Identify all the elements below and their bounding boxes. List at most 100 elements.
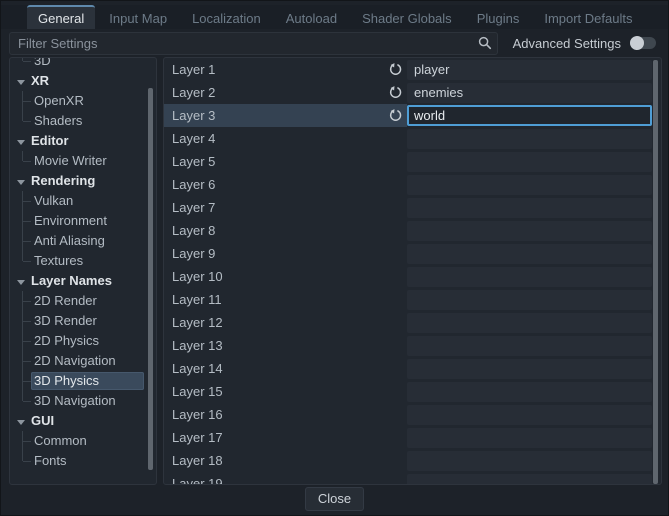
property-label: Layer 16 [164, 407, 407, 422]
property-label-cell[interactable]: Layer 11 [164, 288, 407, 311]
close-button[interactable]: Close [305, 487, 364, 511]
layer-value-field[interactable] [407, 428, 652, 448]
tab-shader-globals[interactable]: Shader Globals [351, 5, 463, 29]
sidebar-item-textures[interactable]: Textures [10, 251, 156, 271]
tab-autoload[interactable]: Autoload [275, 5, 348, 29]
sidebar-item-3d-render[interactable]: 3D Render [10, 311, 156, 331]
property-label-cell[interactable]: Layer 1 [164, 58, 407, 81]
revert-icon[interactable] [389, 63, 402, 76]
property-label-cell[interactable]: Layer 16 [164, 403, 407, 426]
layer-row-layer-14: Layer 14 [164, 357, 661, 380]
layer-row-layer-10: Layer 10 [164, 265, 661, 288]
property-label-cell[interactable]: Layer 8 [164, 219, 407, 242]
revert-icon[interactable] [389, 109, 402, 122]
layer-row-layer-18: Layer 18 [164, 449, 661, 472]
chevron-down-icon [17, 420, 25, 425]
property-label-cell[interactable]: Layer 18 [164, 449, 407, 472]
sidebar-item-2d-navigation[interactable]: 2D Navigation [10, 351, 156, 371]
layer-row-layer-2: Layer 2enemies [164, 81, 661, 104]
sidebar-item-vulkan[interactable]: Vulkan [10, 191, 156, 211]
sidebar-item-3d[interactable]: 3D [10, 57, 156, 71]
layer-value-field[interactable] [407, 451, 652, 471]
property-label-cell[interactable]: Layer 4 [164, 127, 407, 150]
property-label-cell[interactable]: Layer 9 [164, 242, 407, 265]
layer-value-field[interactable] [407, 152, 652, 172]
layer-row-layer-1: Layer 1player [164, 58, 661, 81]
property-label-cell[interactable]: Layer 7 [164, 196, 407, 219]
tab-localization[interactable]: Localization [181, 5, 272, 29]
sidebar-item-environment[interactable]: Environment [10, 211, 156, 231]
layer-value-field[interactable] [407, 129, 652, 149]
sidebar-item-label: 3D Physics [31, 372, 144, 390]
tree-branch-line [15, 311, 31, 331]
layer-value-field[interactable] [407, 313, 652, 333]
property-label-cell[interactable]: Layer 10 [164, 265, 407, 288]
layer-row-layer-4: Layer 4 [164, 127, 661, 150]
sidebar-item-shaders[interactable]: Shaders [10, 111, 156, 131]
layer-row-layer-3: Layer 3 [164, 104, 661, 127]
sidebar-category-label: XR [28, 72, 53, 90]
sidebar-item-rendering[interactable]: Rendering [10, 171, 156, 191]
sidebar-item-fonts[interactable]: Fonts [10, 451, 156, 471]
tab-import-defaults[interactable]: Import Defaults [533, 5, 643, 29]
property-label-cell[interactable]: Layer 13 [164, 334, 407, 357]
property-label-cell[interactable]: Layer 15 [164, 380, 407, 403]
sidebar-item-xr[interactable]: XR [10, 71, 156, 91]
sidebar-item-movie-writer[interactable]: Movie Writer [10, 151, 156, 171]
layer-value-field[interactable] [407, 382, 652, 402]
tree-branch-line [15, 451, 31, 471]
sidebar-scrollbar[interactable] [148, 88, 153, 470]
layer-value-field[interactable] [407, 290, 652, 310]
property-label-cell[interactable]: Layer 2 [164, 81, 407, 104]
tab-plugins[interactable]: Plugins [466, 5, 531, 29]
layer-value-field[interactable] [407, 405, 652, 425]
sidebar-category-label: Editor [28, 132, 73, 150]
tree-branch-line [15, 431, 31, 451]
sidebar-item-openxr[interactable]: OpenXR [10, 91, 156, 111]
property-label-cell[interactable]: Layer 5 [164, 150, 407, 173]
layer-value-field[interactable]: enemies [407, 83, 652, 103]
revert-icon[interactable] [389, 86, 402, 99]
sidebar-item-label: 2D Render [31, 292, 144, 310]
sidebar-item-gui[interactable]: GUI [10, 411, 156, 431]
property-label-cell[interactable]: Layer 14 [164, 357, 407, 380]
sidebar-item-editor[interactable]: Editor [10, 131, 156, 151]
layer-value-field[interactable] [407, 244, 652, 264]
property-label-cell[interactable]: Layer 3 [164, 104, 407, 127]
layer-value-input[interactable] [407, 105, 652, 126]
sidebar-item-label: Common [31, 432, 144, 450]
sidebar-category-label: GUI [28, 412, 58, 430]
property-label-cell[interactable]: Layer 6 [164, 173, 407, 196]
tree-branch-line [15, 231, 31, 251]
layer-value-field[interactable] [407, 359, 652, 379]
sidebar-item-2d-render[interactable]: 2D Render [10, 291, 156, 311]
property-label-cell[interactable]: Layer 17 [164, 426, 407, 449]
layers-scrollbar[interactable] [653, 60, 658, 484]
sidebar-item-label: Shaders [31, 112, 144, 130]
advanced-settings-toggle[interactable] [630, 37, 656, 49]
tree-branch-line [15, 351, 31, 371]
sidebar-item-2d-physics[interactable]: 2D Physics [10, 331, 156, 351]
sidebar-item-label: Textures [31, 252, 144, 270]
sidebar-category-label: Rendering [28, 172, 99, 190]
layer-value-field[interactable]: player [407, 60, 652, 80]
layer-row-layer-6: Layer 6 [164, 173, 661, 196]
tab-general[interactable]: General [27, 5, 95, 29]
layer-value-field[interactable] [407, 175, 652, 195]
layer-value-field[interactable] [407, 198, 652, 218]
filter-settings-input[interactable] [9, 32, 498, 55]
layer-value-field[interactable] [407, 336, 652, 356]
layer-row-layer-8: Layer 8 [164, 219, 661, 242]
layer-row-layer-7: Layer 7 [164, 196, 661, 219]
sidebar-item-common[interactable]: Common [10, 431, 156, 451]
layer-row-layer-9: Layer 9 [164, 242, 661, 265]
sidebar-item-layer-names[interactable]: Layer Names [10, 271, 156, 291]
tab-input-map[interactable]: Input Map [98, 5, 178, 29]
sidebar-item-3d-physics[interactable]: 3D Physics [10, 371, 156, 391]
sidebar-item-anti-aliasing[interactable]: Anti Aliasing [10, 231, 156, 251]
layer-value-field[interactable] [407, 221, 652, 241]
sidebar-item-3d-navigation[interactable]: 3D Navigation [10, 391, 156, 411]
property-label-cell[interactable]: Layer 12 [164, 311, 407, 334]
sidebar-item-label: 3D [31, 57, 144, 70]
layer-value-field[interactable] [407, 267, 652, 287]
